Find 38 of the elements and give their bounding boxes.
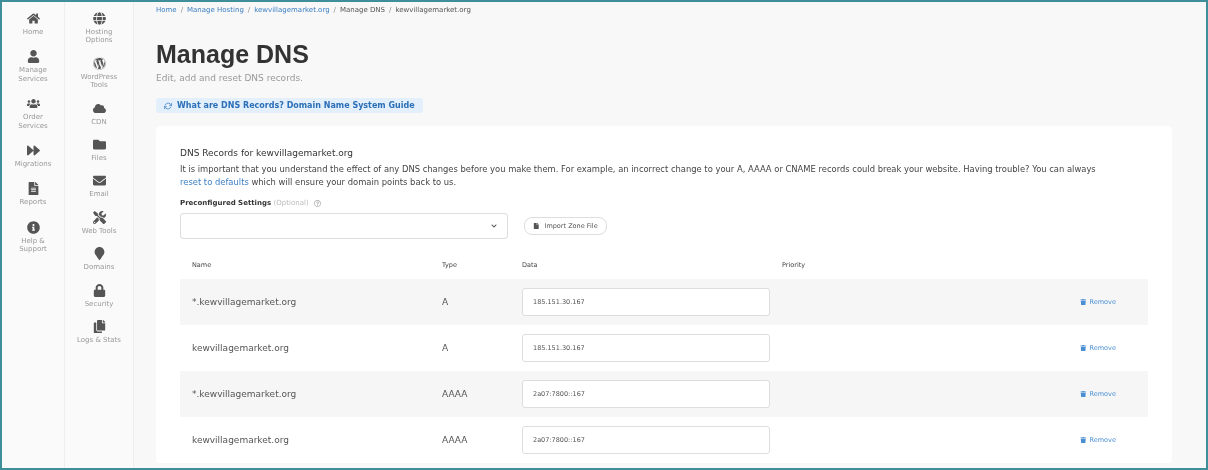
table-cell: kewvillagemarket.org — [192, 435, 289, 446]
help-icon[interactable] — [313, 199, 321, 207]
trash-icon — [1080, 436, 1087, 444]
globe-icon — [92, 12, 106, 25]
copy-icon — [92, 319, 106, 333]
user-icon — [26, 50, 40, 64]
table-cell: *.kewvillagemarket.org — [192, 297, 297, 308]
page-title: Manage DNS — [156, 40, 310, 69]
table-cell: AAAA — [442, 389, 468, 400]
guide-link[interactable]: What are DNS Records? Domain Name System Guide — [156, 98, 423, 113]
trash-icon — [1080, 344, 1087, 352]
reset-link[interactable]: reset to defaults — [180, 177, 249, 188]
table-cell: kewvillagemarket.org — [192, 343, 289, 354]
document-icon — [26, 182, 40, 196]
card-heading: DNS Records for kewvillagemarket.org — [180, 147, 355, 158]
pin-icon — [92, 247, 106, 261]
file-icon — [533, 222, 540, 230]
users-icon — [26, 97, 40, 111]
tools-icon — [92, 210, 106, 224]
info-icon — [26, 220, 40, 234]
preconfigured-select[interactable] — [180, 213, 508, 240]
page-subtitle: Edit, add and reset DNS records. — [156, 73, 304, 83]
cloud-icon — [92, 101, 106, 115]
trash-icon — [1080, 298, 1087, 306]
lock-icon — [92, 283, 106, 297]
refresh-icon — [164, 101, 172, 110]
table-cell: *.kewvillagemarket.org — [192, 389, 297, 400]
table-cell: AAAA — [442, 435, 468, 446]
home-icon — [26, 12, 40, 25]
chevron-icon — [491, 223, 497, 230]
table-cell: A — [442, 297, 449, 308]
forward-icon — [26, 143, 40, 157]
wordpress-icon — [92, 56, 106, 70]
table-cell: A — [442, 343, 449, 354]
notice-text: It is important that you understand the effect of any DNS changes before you make them. For example, an incorrect change to your A, AAAA or CNAME records could break your website. Having trouble? You can always reset to defaults which will ensure your domain points back to us. — [180, 162, 1097, 190]
envelope-icon — [92, 174, 106, 188]
trash-icon — [1080, 390, 1087, 398]
folder-icon — [92, 137, 106, 151]
